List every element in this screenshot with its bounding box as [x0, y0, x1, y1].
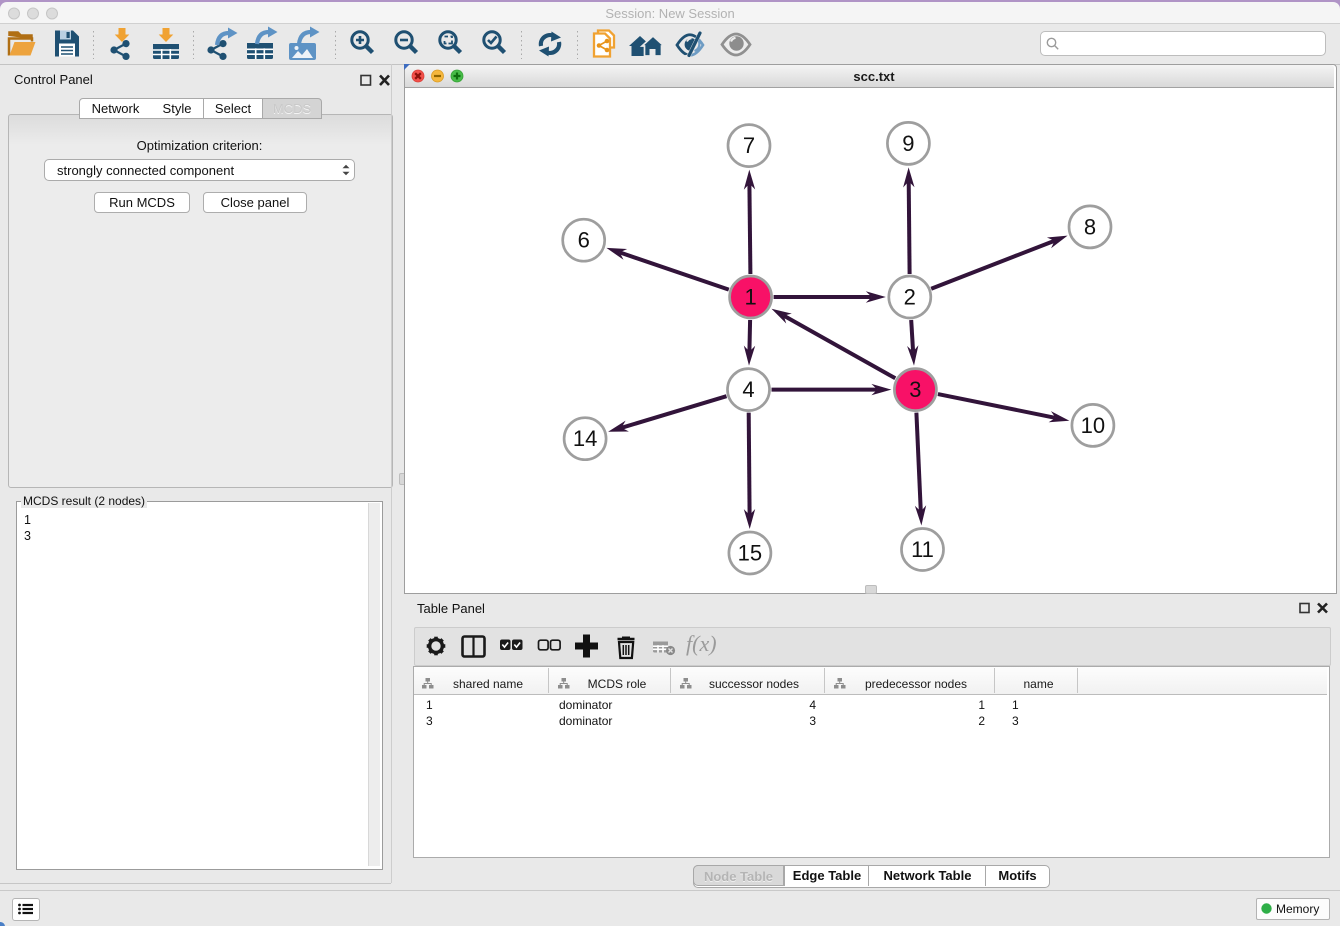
svg-text:15: 15	[738, 541, 762, 566]
svg-text:11: 11	[911, 537, 934, 562]
svg-text:7: 7	[743, 133, 755, 158]
svg-text:1: 1	[744, 285, 756, 310]
svg-text:4: 4	[742, 377, 754, 402]
svg-text:6: 6	[578, 228, 590, 253]
svg-text:14: 14	[573, 426, 597, 451]
svg-text:10: 10	[1081, 413, 1105, 438]
svg-text:2: 2	[904, 285, 916, 310]
svg-text:8: 8	[1084, 214, 1096, 239]
svg-text:9: 9	[902, 131, 914, 156]
svg-text:3: 3	[909, 377, 921, 402]
